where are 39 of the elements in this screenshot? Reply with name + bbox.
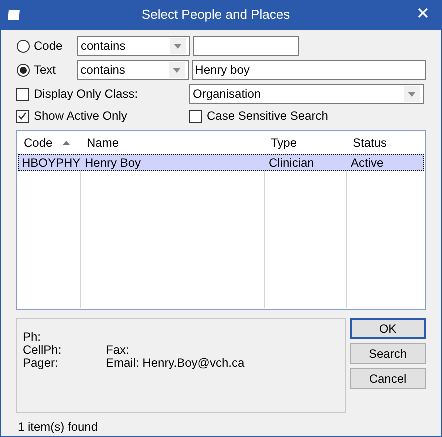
checkbox[interactable] bbox=[189, 110, 202, 122]
operator-dropdown[interactable]: contains bbox=[77, 36, 190, 56]
close-button[interactable]: ✕ bbox=[411, 3, 435, 27]
search-field[interactable] bbox=[193, 36, 299, 56]
dialog-button[interactable]: OK bbox=[350, 318, 426, 339]
column-header[interactable]: Type bbox=[265, 132, 347, 154]
operator-dropdown[interactable]: contains bbox=[76, 60, 190, 80]
checkbox-label: Show Active Only bbox=[34, 108, 128, 125]
status-text: 1 item(s) found bbox=[18, 419, 100, 436]
radio-label: Text bbox=[34, 62, 57, 79]
detail-label: Fax: bbox=[106, 344, 130, 357]
detail-label: Pager: bbox=[23, 357, 60, 370]
radio-label: Code bbox=[34, 38, 64, 55]
dropdown-arrow-icon bbox=[174, 44, 182, 48]
table-row[interactable]: HBOYPHY Henry Boy Clinician Active bbox=[18, 154, 424, 171]
radio-button[interactable] bbox=[17, 40, 30, 52]
checkbox[interactable] bbox=[16, 110, 29, 122]
detail-label: CellPh: bbox=[23, 344, 63, 357]
dropdown-arrow-icon bbox=[408, 92, 416, 96]
radio-button[interactable] bbox=[17, 64, 30, 76]
search-field[interactable]: Henry boy bbox=[192, 60, 426, 80]
table-cell-text: Active bbox=[350, 154, 385, 172]
checkbox-label: Case Sensitive Search bbox=[207, 108, 328, 125]
dialog-button[interactable]: Cancel bbox=[350, 368, 426, 389]
window-icon bbox=[7, 9, 21, 21]
column-header[interactable]: Code bbox=[18, 132, 81, 154]
column-header[interactable]: Name bbox=[81, 132, 265, 154]
checkbox-label: Display Only Class: bbox=[34, 86, 140, 103]
dialog-button[interactable]: Search bbox=[350, 343, 426, 364]
checkbox[interactable] bbox=[16, 88, 29, 100]
detail-label: Email: Henry.Boy@vch.ca bbox=[106, 357, 245, 370]
window-title: Select People and Places bbox=[140, 6, 292, 24]
dropdown-arrow-icon bbox=[173, 68, 182, 72]
detail-label: Ph: bbox=[23, 331, 42, 344]
table-cell-text: HBOYPHY bbox=[21, 154, 82, 172]
class-dropdown[interactable]: Organisation bbox=[189, 84, 424, 104]
column-header[interactable]: Status bbox=[347, 132, 424, 154]
table-cell-text: Henry Boy bbox=[84, 154, 142, 172]
table-cell-text: Clinician bbox=[268, 154, 316, 172]
